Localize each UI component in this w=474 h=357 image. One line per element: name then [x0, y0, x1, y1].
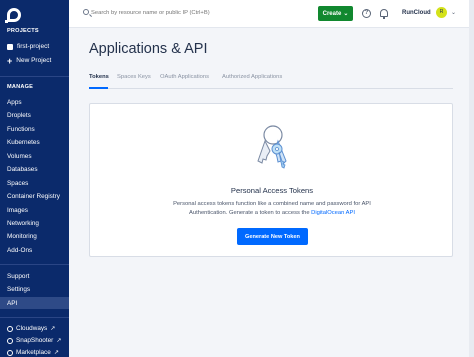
snapshooter-icon — [7, 337, 13, 344]
chevron-down-icon[interactable]: ⌄ — [451, 9, 456, 16]
account-name[interactable]: RunCloud — [402, 10, 431, 16]
marketplace-link[interactable]: Marketplace ↗ — [7, 349, 59, 356]
search-input[interactable] — [91, 7, 281, 19]
help-icon[interactable]: ? — [362, 9, 371, 18]
sidebar-divider — [0, 76, 69, 77]
chevron-down-icon: ⌄ — [343, 11, 349, 17]
card-description-line-1: Personal access tokens function like a c… — [173, 201, 371, 207]
tab-oauth-applications[interactable]: OAuth Applications — [160, 74, 209, 80]
bell-icon[interactable] — [380, 9, 388, 19]
sidebar-divider — [0, 264, 69, 265]
cloudways-icon — [7, 325, 13, 332]
sidebar: PROJECTS first-project + New Project MAN… — [0, 0, 69, 357]
sidebar-item-apps[interactable]: Apps — [7, 99, 22, 106]
tab-spaces-keys[interactable]: Spaces Keys — [117, 74, 151, 80]
digitalocean-api-link[interactable]: DigitalOcean API — [311, 210, 355, 216]
card-description-line-2: Authentication. Generate a token to acce… — [189, 209, 312, 216]
logo-square — [5, 20, 8, 23]
sidebar-item-support[interactable]: Support — [7, 273, 29, 280]
page-title: Applications & API — [89, 41, 208, 57]
sidebar-item-functions[interactable]: Functions — [7, 126, 35, 133]
sidebar-item-volumes[interactable]: Volumes — [7, 153, 32, 160]
active-tab-indicator — [89, 87, 108, 89]
card-description: Personal access tokens function like a c… — [160, 200, 384, 217]
tab-authorized-applications[interactable]: Authorized Applications — [222, 74, 282, 80]
sidebar-item-settings[interactable]: Settings — [7, 286, 30, 293]
create-button[interactable]: Create ⌄ — [318, 6, 353, 21]
manage-heading: MANAGE — [7, 84, 34, 90]
sidebar-item-api[interactable]: API — [7, 300, 17, 307]
generate-new-token-button[interactable]: Generate New Token — [237, 228, 308, 245]
projects-heading: PROJECTS — [7, 28, 39, 34]
snapshooter-link[interactable]: SnapShooter ↗ — [7, 337, 61, 344]
plus-icon: + — [7, 55, 13, 66]
keys-illustration-icon — [257, 125, 287, 169]
sidebar-item-add-ons[interactable]: Add-Ons — [7, 247, 32, 254]
sidebar-item-first-project[interactable]: first-project — [7, 43, 49, 50]
marketplace-label: Marketplace — [16, 349, 51, 356]
cloudways-link[interactable]: Cloudways ↗ — [7, 325, 55, 332]
sidebar-item-droplets[interactable]: Droplets — [7, 112, 31, 119]
sidebar-item-kubernetes[interactable]: Kubernetes — [7, 139, 40, 146]
tab-tokens[interactable]: Tokens — [89, 74, 109, 80]
external-link-icon: ↗ — [50, 326, 56, 332]
project-name: first-project — [17, 43, 50, 50]
tokens-empty-state-card: Personal Access Tokens Personal access t… — [89, 103, 453, 257]
page-scrollbar[interactable] — [469, 0, 474, 357]
external-link-icon: ↗ — [53, 350, 59, 356]
project-icon — [7, 43, 13, 50]
cloudways-label: Cloudways — [16, 325, 48, 332]
sidebar-item-container-registry[interactable]: Container Registry — [7, 193, 60, 200]
tab-bar: Tokens Spaces Keys OAuth Applications Au… — [89, 73, 453, 89]
create-label: Create — [322, 10, 342, 17]
avatar[interactable]: R — [436, 7, 447, 18]
search-icon — [83, 9, 89, 15]
external-link-icon: ↗ — [56, 338, 62, 344]
sidebar-divider — [0, 317, 69, 318]
sidebar-item-spaces[interactable]: Spaces — [7, 180, 28, 187]
digitalocean-logo-icon[interactable] — [7, 8, 21, 22]
sidebar-item-networking[interactable]: Networking — [7, 220, 39, 227]
marketplace-icon — [7, 349, 13, 356]
sidebar-item-images[interactable]: Images — [7, 207, 28, 214]
sidebar-item-databases[interactable]: Databases — [7, 166, 38, 173]
snapshooter-label: SnapShooter — [16, 337, 54, 344]
card-title: Personal Access Tokens — [230, 186, 314, 195]
new-project-label: New Project — [16, 57, 52, 64]
top-bar: Create ⌄ ? RunCloud R ⌄ — [69, 0, 474, 28]
sidebar-item-monitoring[interactable]: Monitoring — [7, 233, 37, 240]
new-project-link[interactable]: + New Project — [7, 55, 52, 66]
